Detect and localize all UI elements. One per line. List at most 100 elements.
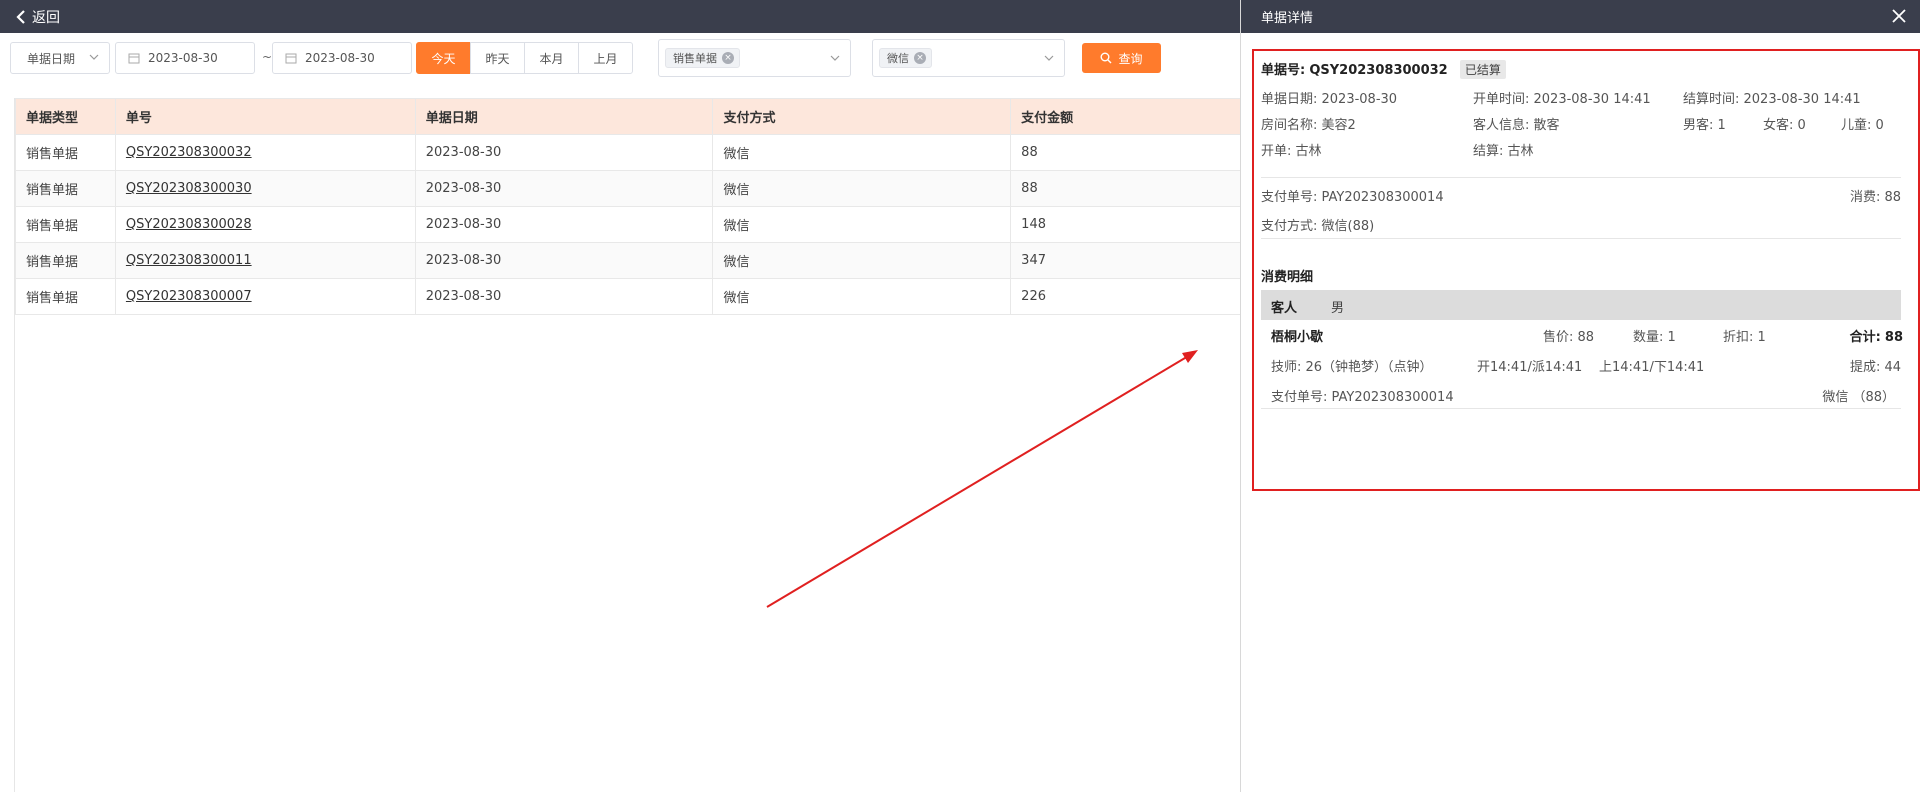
settle-time: 结算时间: 2023-08-30 14:41 — [1683, 92, 1861, 107]
pay-method-select[interactable]: 微信 × — [872, 39, 1065, 77]
cell-pay-amount: 88 — [1010, 134, 1241, 171]
item-pay-no: 支付单号: PAY202308300014 — [1271, 390, 1454, 405]
chevron-down-icon — [830, 55, 840, 61]
search-icon — [1100, 52, 1112, 64]
tag-remove-icon[interactable]: × — [722, 52, 734, 64]
pay-no: 支付单号: PAY202308300014 — [1261, 190, 1444, 205]
table-row[interactable]: 销售单据 QSY202308300007 2023-08-30 微信 226 — [15, 278, 1241, 315]
date-type-select[interactable]: 单据日期 — [10, 42, 110, 74]
doc-table: 单据类型 单号 单据日期 支付方式 支付金额 销售单据 QSY202308300… — [15, 98, 1241, 315]
doc-type-tag-label: 销售单据 — [673, 52, 717, 65]
item-discount: 折扣: 1 — [1723, 330, 1766, 345]
col-doc-date: 单据日期 — [414, 98, 714, 135]
doc-no-link[interactable]: QSY202308300011 — [126, 253, 252, 268]
doc-no-value: QSY202308300032 — [1309, 63, 1448, 78]
doc-no-link[interactable]: QSY202308300028 — [126, 217, 252, 232]
cell-doc-no: QSY202308300030 — [114, 170, 416, 207]
cell-doc-type: 销售单据 — [15, 278, 116, 315]
date-from-value: 2023-08-30 — [148, 51, 218, 65]
pay-method-tag: 微信 × — [879, 48, 932, 68]
cell-doc-no: QSY202308300011 — [114, 242, 416, 279]
table-header-row: 单据类型 单号 单据日期 支付方式 支付金额 — [15, 98, 1241, 135]
back-button[interactable]: 返回 — [16, 0, 60, 33]
col-pay-method: 支付方式 — [712, 98, 1012, 135]
item-total-label: 合计: — [1849, 330, 1881, 345]
female-count: 女客: 0 — [1763, 118, 1806, 133]
doc-type-select[interactable]: 销售单据 × — [658, 39, 851, 77]
cell-pay-method: 微信 — [712, 206, 1012, 243]
date-to-input[interactable]: 2023-08-30 — [272, 42, 412, 74]
room-name: 房间名称: 美容2 — [1261, 118, 1356, 133]
divider — [1261, 408, 1901, 409]
panel-title: 单据详情 — [1261, 11, 1314, 26]
opener: 开单: 古林 — [1261, 144, 1322, 159]
table-row[interactable]: 销售单据 QSY202308300011 2023-08-30 微信 347 — [15, 242, 1241, 279]
item-total: 合计: 88 — [1850, 326, 1903, 345]
tag-remove-icon[interactable]: × — [914, 52, 926, 64]
consume-amount: 消费: 88 — [1849, 190, 1901, 205]
chevron-down-icon — [1044, 55, 1054, 61]
guest-info: 客人信息: 散客 — [1473, 118, 1560, 133]
pay-method: 支付方式: 微信(88) — [1261, 219, 1375, 234]
chevron-down-icon — [89, 54, 99, 60]
cell-doc-type: 销售单据 — [15, 206, 116, 243]
date-separator: ~ — [262, 50, 273, 64]
table-row[interactable]: 销售单据 QSY202308300032 2023-08-30 微信 88 — [15, 134, 1241, 171]
cell-pay-amount: 347 — [1010, 242, 1241, 279]
settler: 结算: 古林 — [1473, 144, 1534, 159]
cell-doc-date: 2023-08-30 — [414, 242, 714, 279]
doc-date: 单据日期: 2023-08-30 — [1261, 92, 1398, 107]
quick-yesterday-button[interactable]: 昨天 — [470, 42, 525, 74]
open-dispatch-time: 开14:41/派14:41 — [1477, 360, 1583, 375]
cell-doc-date: 2023-08-30 — [414, 134, 714, 171]
cell-doc-type: 销售单据 — [15, 170, 116, 207]
filter-bar: 单据日期 2023-08-30 ~ 2023-08-30 今天 昨天 本月 上月… — [0, 33, 1240, 83]
quick-last-month-button[interactable]: 上月 — [578, 42, 633, 74]
quick-date-group: 今天 昨天 本月 上月 — [416, 42, 633, 74]
cell-pay-amount: 88 — [1010, 170, 1241, 207]
item-total-value: 88 — [1884, 330, 1903, 345]
table-row[interactable]: 销售单据 QSY202308300030 2023-08-30 微信 88 — [15, 170, 1241, 207]
doc-detail-panel: 单据详情 单据号: QSY202308300032 已结算 单据日期: 2023… — [1240, 0, 1920, 792]
item-name: 梧桐小歇 — [1271, 330, 1324, 345]
quick-today-button[interactable]: 今天 — [416, 42, 471, 74]
doc-type-tag: 销售单据 × — [665, 48, 740, 68]
guest-band: 客人 男 — [1261, 290, 1901, 320]
cell-pay-method: 微信 — [712, 242, 1012, 279]
doc-no-link[interactable]: QSY202308300030 — [126, 181, 252, 196]
col-doc-type: 单据类型 — [15, 98, 116, 135]
divider — [1261, 238, 1901, 239]
doc-no-link[interactable]: QSY202308300007 — [126, 289, 252, 304]
cell-pay-method: 微信 — [712, 134, 1012, 171]
calendar-icon — [128, 53, 140, 64]
child-count: 儿童: 0 — [1841, 118, 1884, 133]
cell-doc-no: QSY202308300007 — [114, 278, 416, 315]
tech-info: 技师: 26（钟艳梦）（点钟） — [1271, 360, 1433, 375]
back-label: 返回 — [32, 9, 60, 26]
date-from-input[interactable]: 2023-08-30 — [115, 42, 255, 74]
date-type-value: 单据日期 — [27, 51, 76, 66]
panel-header: 单据详情 — [1241, 0, 1920, 33]
cell-pay-amount: 226 — [1010, 278, 1241, 315]
item-qty: 数量: 1 — [1633, 330, 1676, 345]
male-count: 男客: 1 — [1683, 118, 1726, 133]
cell-pay-amount: 148 — [1010, 206, 1241, 243]
doc-no-link[interactable]: QSY202308300032 — [126, 145, 252, 160]
commission: 提成: 44 — [1849, 360, 1901, 375]
table-row[interactable]: 销售单据 QSY202308300028 2023-08-30 微信 148 — [15, 206, 1241, 243]
divider — [1261, 177, 1901, 178]
open-time: 开单时间: 2023-08-30 14:41 — [1473, 92, 1651, 107]
detail-section-title: 消费明细 — [1261, 270, 1314, 285]
cell-doc-type: 销售单据 — [15, 242, 116, 279]
guest-band-gender: 男 — [1331, 301, 1345, 316]
close-icon[interactable] — [1890, 7, 1908, 25]
chevron-left-icon — [16, 9, 25, 24]
annotation-arrow-icon — [766, 350, 1198, 608]
cell-doc-date: 2023-08-30 — [414, 170, 714, 207]
cell-pay-method: 微信 — [712, 170, 1012, 207]
cell-doc-no: QSY202308300028 — [114, 206, 416, 243]
query-button[interactable]: 查询 — [1082, 43, 1161, 73]
item-price: 售价: 88 — [1543, 330, 1595, 345]
pay-method-tag-label: 微信 — [887, 52, 909, 65]
quick-this-month-button[interactable]: 本月 — [524, 42, 579, 74]
